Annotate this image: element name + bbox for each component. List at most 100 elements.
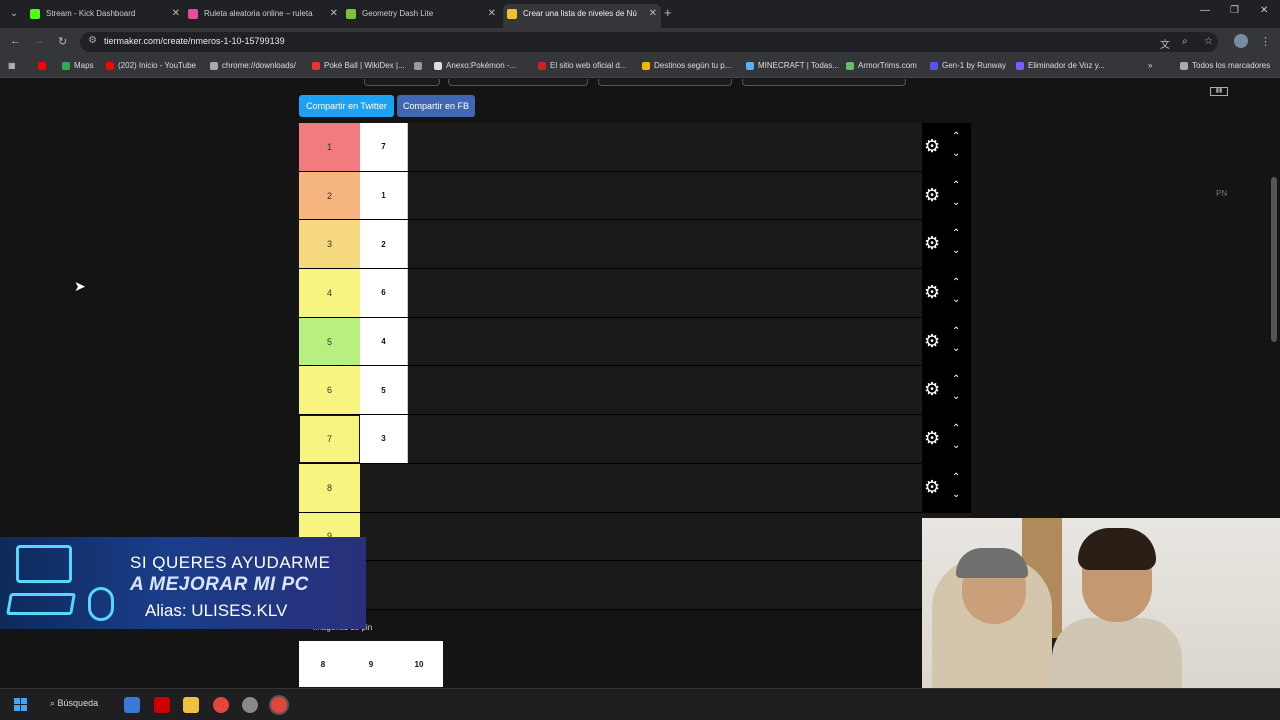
bookmark-item[interactable]: Destinos según tu p...: [642, 61, 731, 70]
tab-close-icon[interactable]: ✕: [172, 4, 180, 24]
tier-label[interactable]: 6: [299, 366, 360, 415]
tier-item-card[interactable]: 3: [360, 415, 408, 463]
chrome-icon[interactable]: [213, 697, 229, 713]
gear-icon[interactable]: ⚙: [924, 429, 940, 447]
bookmark-item[interactable]: El sitio web oficial d...: [538, 61, 626, 70]
pool-item-card[interactable]: 8: [299, 641, 347, 687]
bookmark-favicon-icon: [538, 62, 546, 70]
forward-icon[interactable]: →: [34, 35, 45, 47]
gear-icon[interactable]: ⚙: [924, 234, 940, 252]
move-up-icon[interactable]: ⌃: [952, 374, 960, 385]
tier-label[interactable]: 7: [299, 415, 360, 463]
gear-icon[interactable]: ⚙: [924, 283, 940, 301]
translate-icon[interactable]: 文: [1160, 36, 1170, 51]
move-down-icon[interactable]: ⌄: [952, 245, 960, 256]
gear-icon[interactable]: ⚙: [924, 137, 940, 155]
bookmark-label: Gen-1 by Runway: [942, 61, 1007, 70]
bookmark-item[interactable]: Eliminador de Voz y...: [1016, 61, 1105, 70]
widgets-app-icon[interactable]: [124, 697, 140, 713]
apps-icon[interactable]: ▦: [8, 61, 16, 70]
tier-item-card[interactable]: 6: [360, 269, 408, 317]
minimize-icon[interactable]: —: [1200, 5, 1210, 16]
tab-4[interactable]: Crear una lista de niveles de Nú ✕: [503, 4, 661, 28]
layout-toggle-icon[interactable]: ▮▮: [1210, 87, 1228, 96]
tab-search-icon[interactable]: ⌄: [6, 6, 22, 22]
tier-row: 4 6 ⚙ ⌃ ⌄: [299, 269, 971, 318]
tab-close-icon[interactable]: ✕: [330, 4, 338, 24]
tier-label[interactable]: 3: [299, 220, 360, 269]
tier-label[interactable]: 4: [299, 269, 360, 317]
tab-1[interactable]: Stream - Kick Dashboard ✕: [26, 4, 184, 28]
tier-item-card[interactable]: 1: [360, 171, 408, 220]
move-down-icon[interactable]: ⌄: [952, 391, 960, 402]
tier-controls: ⚙ ⌃ ⌄: [922, 463, 971, 512]
move-up-icon[interactable]: ⌃: [952, 326, 960, 337]
tab-close-icon[interactable]: ✕: [488, 4, 496, 24]
file-explorer-icon[interactable]: [183, 697, 199, 713]
pool-item-card[interactable]: 10: [395, 641, 443, 687]
close-window-icon[interactable]: ✕: [1260, 5, 1268, 16]
bookmark-item[interactable]: ArmorTrims.com: [846, 61, 917, 70]
zoom-icon[interactable]: ⌕: [1182, 36, 1188, 47]
new-tab-button[interactable]: +: [664, 5, 672, 20]
move-up-icon[interactable]: ⌃: [952, 472, 960, 483]
bookmark-item[interactable]: chrome://downloads/: [210, 61, 296, 70]
windows-start-icon[interactable]: [14, 698, 28, 712]
tier-item-card[interactable]: 7: [360, 123, 408, 171]
move-down-icon[interactable]: ⌄: [952, 294, 960, 305]
tier-item-card[interactable]: 2: [360, 220, 408, 269]
share-twitter-button[interactable]: Compartir en Twitter: [299, 95, 394, 117]
back-icon[interactable]: ←: [10, 35, 21, 47]
move-up-icon[interactable]: ⌃: [952, 180, 960, 191]
gear-icon[interactable]: ⚙: [924, 380, 940, 398]
bookmark-item[interactable]: (202) Inicio - YouTube: [106, 61, 196, 70]
tier-item-card[interactable]: 5: [360, 366, 408, 415]
unranked-pool: 8 9 10: [299, 641, 443, 687]
move-up-icon[interactable]: ⌃: [952, 131, 960, 142]
tab-strip: ⌄ Stream - Kick Dashboard ✕ Ruleta aleator…: [0, 0, 1280, 28]
bookmark-star-icon[interactable]: ☆: [1204, 36, 1213, 47]
menu-icon[interactable]: ⋮: [1260, 35, 1271, 48]
move-up-icon[interactable]: ⌃: [952, 423, 960, 434]
site-info-icon[interactable]: ⚙: [88, 35, 97, 46]
address-bar[interactable]: ⚙ tiermaker.com/create/nmeros-1-10-15799…: [80, 32, 1218, 52]
scrollbar[interactable]: [1271, 177, 1277, 342]
restore-icon[interactable]: ❐: [1230, 5, 1239, 16]
tier-label[interactable]: 5: [299, 317, 360, 366]
bookmark-item[interactable]: MINECRAFT | Todas...: [746, 61, 839, 70]
gear-icon[interactable]: ⚙: [924, 186, 940, 204]
move-down-icon[interactable]: ⌄: [952, 197, 960, 208]
tab-title: Geometry Dash Lite: [362, 9, 434, 18]
tier-controls: ⚙ ⌃ ⌄: [922, 366, 971, 415]
bookmark-item[interactable]: Gen-1 by Runway: [930, 61, 1006, 70]
move-down-icon[interactable]: ⌄: [952, 148, 960, 159]
share-facebook-button[interactable]: Compartir en FB: [397, 95, 475, 117]
taskbar-search[interactable]: ⌕ Búsqueda: [50, 698, 98, 709]
tier-label[interactable]: 2: [299, 171, 360, 220]
tab-close-icon[interactable]: ✕: [649, 4, 657, 24]
bookmark-item[interactable]: Poké Ball | WikiDex |...: [312, 61, 405, 70]
chrome-active-icon[interactable]: [271, 697, 287, 713]
move-down-icon[interactable]: ⌄: [952, 489, 960, 500]
tab-favicon-icon: [507, 9, 517, 19]
move-down-icon[interactable]: ⌄: [952, 343, 960, 354]
tab-2[interactable]: Ruleta aleatoria online – ruleta ✕: [184, 4, 342, 28]
tier-label[interactable]: 8: [299, 463, 360, 512]
move-up-icon[interactable]: ⌃: [952, 228, 960, 239]
bookmark-item[interactable]: Anexo:Pokémon -...: [434, 61, 516, 70]
tier-label[interactable]: 1: [299, 123, 360, 171]
tier-item-card[interactable]: 4: [360, 317, 408, 366]
profile-avatar[interactable]: [1234, 34, 1248, 48]
more-bookmarks-icon[interactable]: »: [1148, 61, 1152, 70]
reload-icon[interactable]: ↻: [58, 35, 67, 48]
pool-item-card[interactable]: 9: [347, 641, 395, 687]
red-app-icon[interactable]: [154, 697, 170, 713]
gear-icon[interactable]: ⚙: [924, 478, 940, 496]
move-down-icon[interactable]: ⌄: [952, 440, 960, 451]
gear-icon[interactable]: ⚙: [924, 332, 940, 350]
move-up-icon[interactable]: ⌃: [952, 277, 960, 288]
obs-icon[interactable]: [242, 697, 258, 713]
tab-3[interactable]: Geometry Dash Lite ✕: [342, 4, 500, 28]
all-bookmarks-folder[interactable]: Todos los marcadores: [1180, 61, 1270, 70]
bookmark-item[interactable]: Maps: [62, 61, 94, 70]
